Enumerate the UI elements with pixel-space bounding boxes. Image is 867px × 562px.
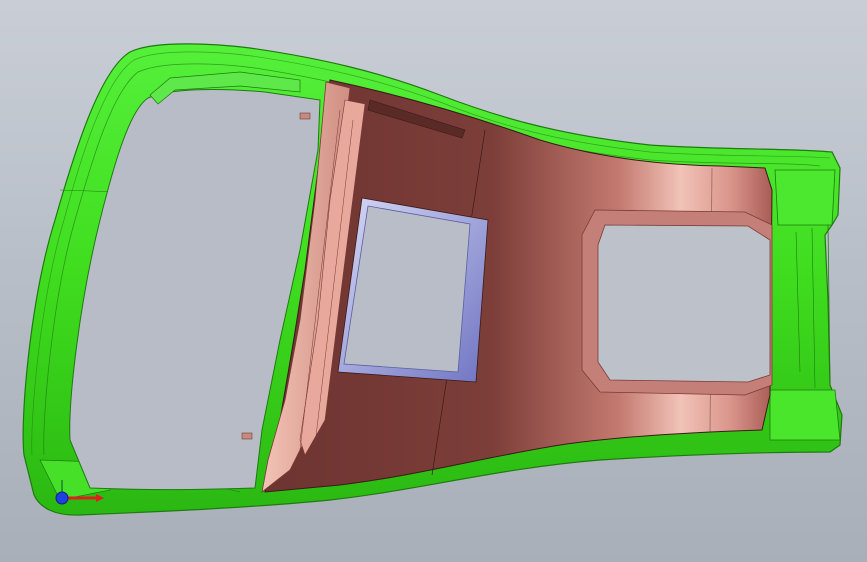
bezel-right-bracket — [774, 169, 836, 226]
right-window-opening — [597, 224, 771, 383]
graphics-viewport[interactable] — [0, 0, 867, 562]
3d-model-view[interactable] — [0, 0, 867, 562]
mount-pin — [299, 112, 311, 120]
z-axis-dot — [55, 491, 69, 505]
console-panel[interactable] — [261, 79, 773, 493]
x-axis-head — [96, 494, 104, 502]
mount-pin — [241, 432, 253, 440]
bezel-right-lower — [769, 389, 841, 441]
axis-triad — [55, 480, 104, 505]
